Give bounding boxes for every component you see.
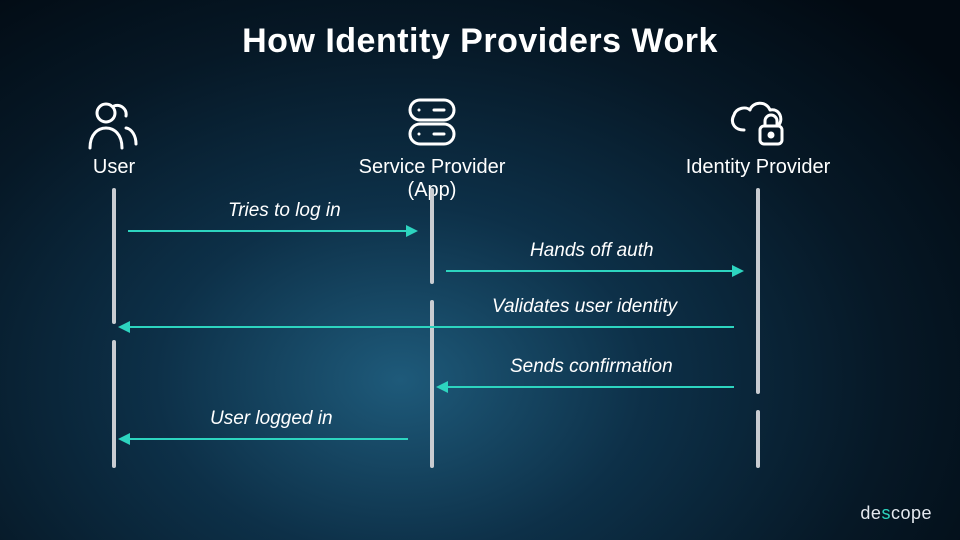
arrow-label-1: Hands off auth (530, 240, 654, 262)
diagram-title: How Identity Providers Work (0, 0, 960, 61)
arrow-line-3 (446, 386, 734, 388)
arrow-head-left-4 (118, 433, 130, 445)
brand-accent: s (881, 503, 891, 523)
arrow-line-1 (446, 270, 734, 272)
lane-user: User (14, 92, 214, 179)
lane-identity-provider: Identity Provider (658, 92, 858, 179)
arrow-label-3: Sends confirmation (510, 356, 673, 378)
arrow-line-4 (128, 438, 408, 440)
arrow-line-0 (128, 230, 408, 232)
user-icon (14, 92, 214, 150)
server-icon (332, 92, 532, 150)
lane-idp-label: Identity Provider (658, 156, 858, 179)
arrow-head-left-3 (436, 381, 448, 393)
arrow-label-0: Tries to log in (228, 200, 341, 222)
arrows-container: Tries to log in Hands off auth Validates u… (0, 188, 960, 508)
arrow-label-4: User logged in (210, 408, 333, 430)
arrow-head-right-0 (406, 225, 418, 237)
arrow-head-right-1 (732, 265, 744, 277)
brand-logo: descope (860, 503, 932, 524)
cloud-lock-icon (658, 92, 858, 150)
lane-user-label: User (14, 156, 214, 179)
brand-post: cope (891, 503, 932, 523)
brand-pre: de (860, 503, 881, 523)
arrow-label-2: Validates user identity (492, 296, 677, 318)
arrow-head-left-2 (118, 321, 130, 333)
arrow-line-2 (128, 326, 734, 328)
lane-service-provider: Service Provider (App) (332, 92, 532, 202)
